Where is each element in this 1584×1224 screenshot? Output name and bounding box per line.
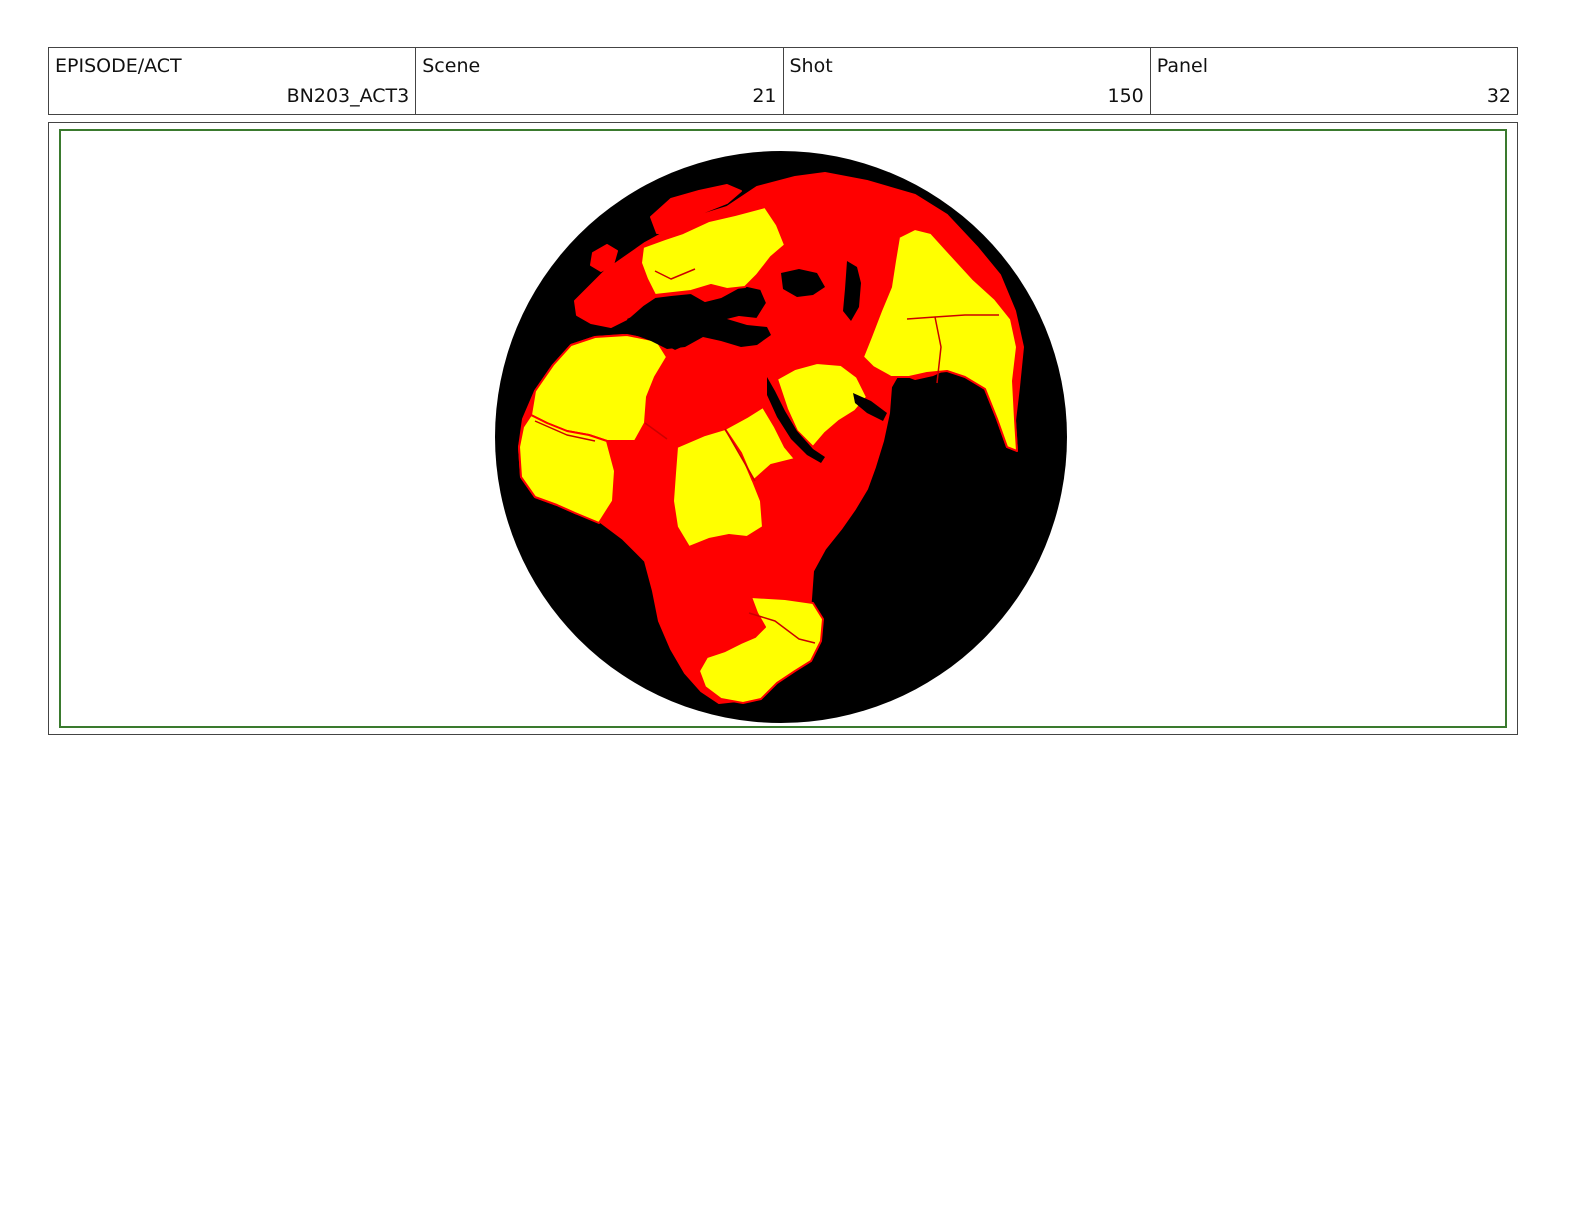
globe-africa-europe-icon [495,151,1067,723]
storyboard-panel [48,122,1518,735]
madagascar [1015,481,1035,511]
scene-cell: Scene 21 [416,48,784,114]
panel-header: EPISODE/ACT BN203_ACT3 Scene 21 Shot 150… [48,47,1518,115]
panel-cell: Panel 32 [1151,48,1517,114]
shot-value: 150 [1107,85,1144,107]
panel-frame [59,129,1507,728]
episode-act-value: BN203_ACT3 [286,85,410,107]
shot-label: Shot [789,55,833,77]
panel-label: Panel [1156,55,1209,77]
episode-act-label: EPISODE/ACT [55,55,182,77]
scene-value: 21 [752,85,777,107]
scene-label: Scene [422,55,481,77]
panel-value: 32 [1486,85,1511,107]
shot-cell: Shot 150 [784,48,1151,114]
episode-act-cell: EPISODE/ACT BN203_ACT3 [49,48,417,114]
